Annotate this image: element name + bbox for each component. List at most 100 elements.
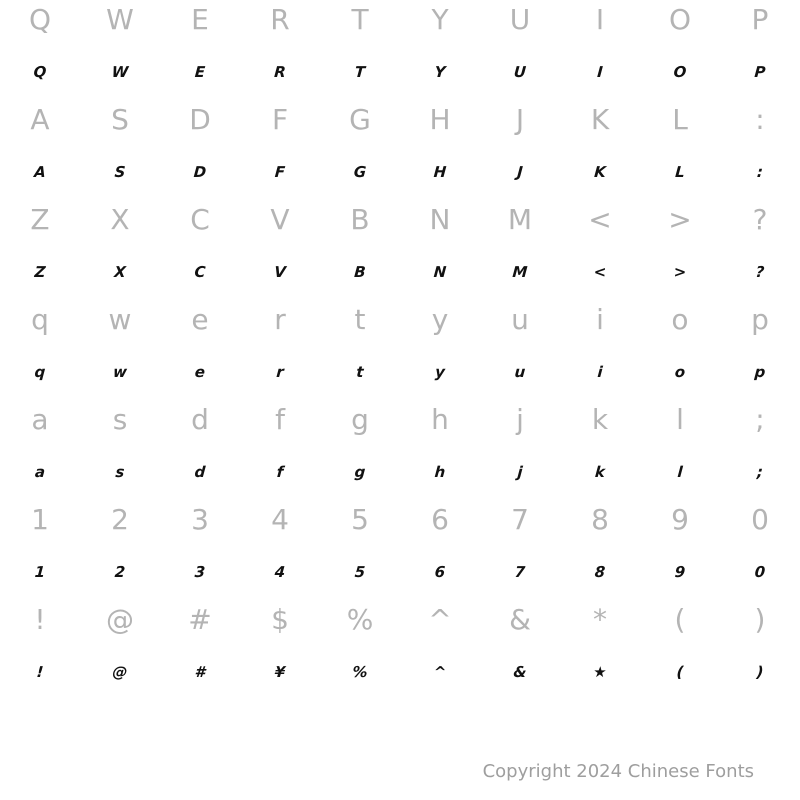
reference-glyph: B <box>350 203 370 236</box>
reference-glyph: 8 <box>591 503 609 536</box>
font-sample-glyph: U <box>513 63 527 81</box>
reference-glyph: ! <box>34 603 46 636</box>
reference-glyph: P <box>751 3 769 36</box>
reference-glyph: p <box>751 303 769 336</box>
reference-glyph: F <box>271 103 289 136</box>
reference-glyph: % <box>346 603 374 636</box>
font-sample-row: 1 2 3 4 5 6 7 8 9 0 <box>0 552 800 592</box>
reference-glyph: U <box>509 3 531 36</box>
font-sample-glyph: F <box>274 163 286 181</box>
reference-glyph: C <box>190 203 210 236</box>
font-sample-glyph: O <box>672 63 688 81</box>
font-sample-glyph: 8 <box>594 563 606 581</box>
reference-glyph: D <box>189 103 211 136</box>
font-sample-row: ! @ # ¥% ^ & ★ () <box>0 652 800 692</box>
reference-glyph: R <box>270 3 290 36</box>
reference-glyph: < <box>588 203 612 236</box>
reference-glyph: j <box>516 403 524 436</box>
font-sample-glyph: # <box>194 663 206 681</box>
font-sample-glyph: d <box>193 463 207 481</box>
font-sample-row: Z X C V B N M < >? <box>0 252 800 292</box>
reference-glyph: 2 <box>111 503 129 536</box>
reference-glyph: g <box>351 403 369 436</box>
reference-glyph: > <box>668 203 692 236</box>
reference-row: qwertyuiop <box>0 300 800 340</box>
reference-glyph: ? <box>752 203 768 236</box>
font-sample-glyph: ! <box>35 663 45 681</box>
reference-glyph: q <box>31 303 49 336</box>
glyph-row-block-3: Z X C V B N M < >? Z X C V B N M < >? <box>0 200 800 300</box>
reference-glyph: K <box>590 103 610 136</box>
font-sample-glyph: e <box>194 363 206 381</box>
reference-glyph: M <box>507 203 533 236</box>
reference-glyph: f <box>275 403 285 436</box>
font-sample-glyph: V <box>273 263 287 281</box>
font-sample-glyph: & <box>512 663 528 681</box>
font-sample-glyph: M <box>511 263 529 281</box>
font-sample-glyph: 5 <box>354 563 366 581</box>
reference-glyph: Y <box>431 3 449 36</box>
reference-glyph: & <box>509 603 531 636</box>
glyph-row-block-5: a s d f g h j k l; a s d f g h j k l; <box>0 400 800 500</box>
font-sample-glyph: r <box>275 363 285 381</box>
reference-glyph: 4 <box>271 503 289 536</box>
glyph-row-block-7: ! @ # $% ^ & * ()! @ # ¥% ^ & ★ () <box>0 600 800 700</box>
font-sample-glyph: j <box>516 463 524 481</box>
font-sample-glyph: w <box>112 363 128 381</box>
reference-glyph: H <box>429 103 451 136</box>
glyph-row-block-6: 1 2 3 4 5 6 7 8 9 0 1 2 3 4 5 6 7 8 9 0 <box>0 500 800 600</box>
reference-glyph: S <box>111 103 129 136</box>
reference-glyph: $ <box>271 603 289 636</box>
reference-glyph: # <box>188 603 212 636</box>
reference-glyph: 9 <box>671 503 689 536</box>
reference-glyph: I <box>595 3 605 36</box>
font-sample-glyph: h <box>434 463 446 481</box>
reference-glyph: d <box>191 403 209 436</box>
reference-glyph: Z <box>30 203 50 236</box>
reference-row: QWERTYUIOP <box>0 0 800 40</box>
font-sample-glyph: ; <box>756 463 764 481</box>
font-sample-glyph: 3 <box>194 563 206 581</box>
font-sample-glyph: R <box>273 63 287 81</box>
font-sample-glyph: K <box>593 163 607 181</box>
reference-glyph: ; <box>755 403 765 436</box>
font-sample-glyph: 2 <box>114 563 126 581</box>
font-sample-glyph: k <box>594 463 606 481</box>
reference-row: Z X C V B N M < >? <box>0 200 800 240</box>
reference-glyph: N <box>429 203 451 236</box>
reference-glyph: : <box>755 103 765 136</box>
font-sample-glyph: 7 <box>514 563 526 581</box>
font-sample-glyph: Y <box>433 63 447 81</box>
glyph-row-block-2: A S D F G H J K L: A S D F G H J K L: <box>0 100 800 200</box>
reference-glyph: ) <box>754 603 766 636</box>
font-sample-glyph: ^ <box>433 663 447 681</box>
font-sample-glyph: @ <box>111 663 129 681</box>
font-sample-glyph: A <box>33 163 47 181</box>
font-sample-row: qwertyuiop <box>0 352 800 392</box>
font-sample-row: QWERTYUIOP <box>0 52 800 92</box>
reference-glyph: r <box>274 303 286 336</box>
reference-glyph: 5 <box>351 503 369 536</box>
font-sample-glyph: 1 <box>34 563 46 581</box>
font-sample-glyph: ? <box>755 263 765 281</box>
font-sample-glyph: 4 <box>274 563 286 581</box>
glyph-row-block-4: q w e r t y u i o p q w e r t y u i o p <box>0 300 800 400</box>
reference-glyph: @ <box>106 603 134 636</box>
font-sample-glyph: 0 <box>754 563 766 581</box>
font-sample-glyph: N <box>433 263 447 281</box>
font-sample-glyph: L <box>674 163 686 181</box>
font-sample-glyph: 6 <box>434 563 446 581</box>
font-sample-glyph: P <box>753 63 767 81</box>
reference-glyph: X <box>110 203 130 236</box>
reference-glyph: t <box>354 303 366 336</box>
font-sample-row: a s d f g h j k l; <box>0 452 800 492</box>
font-sample-glyph: o <box>674 363 686 381</box>
glyph-row-block-1: Q W E R T Y U I O P Q W E R T Y U I O P <box>0 0 800 100</box>
reference-row: a s d f g h j k l; <box>0 400 800 440</box>
font-sample-glyph: ) <box>755 663 765 681</box>
reference-glyph: 7 <box>511 503 529 536</box>
reference-glyph: l <box>676 403 684 436</box>
font-sample-glyph: t <box>355 363 365 381</box>
font-sample-glyph: B <box>353 263 367 281</box>
reference-glyph: 3 <box>191 503 209 536</box>
